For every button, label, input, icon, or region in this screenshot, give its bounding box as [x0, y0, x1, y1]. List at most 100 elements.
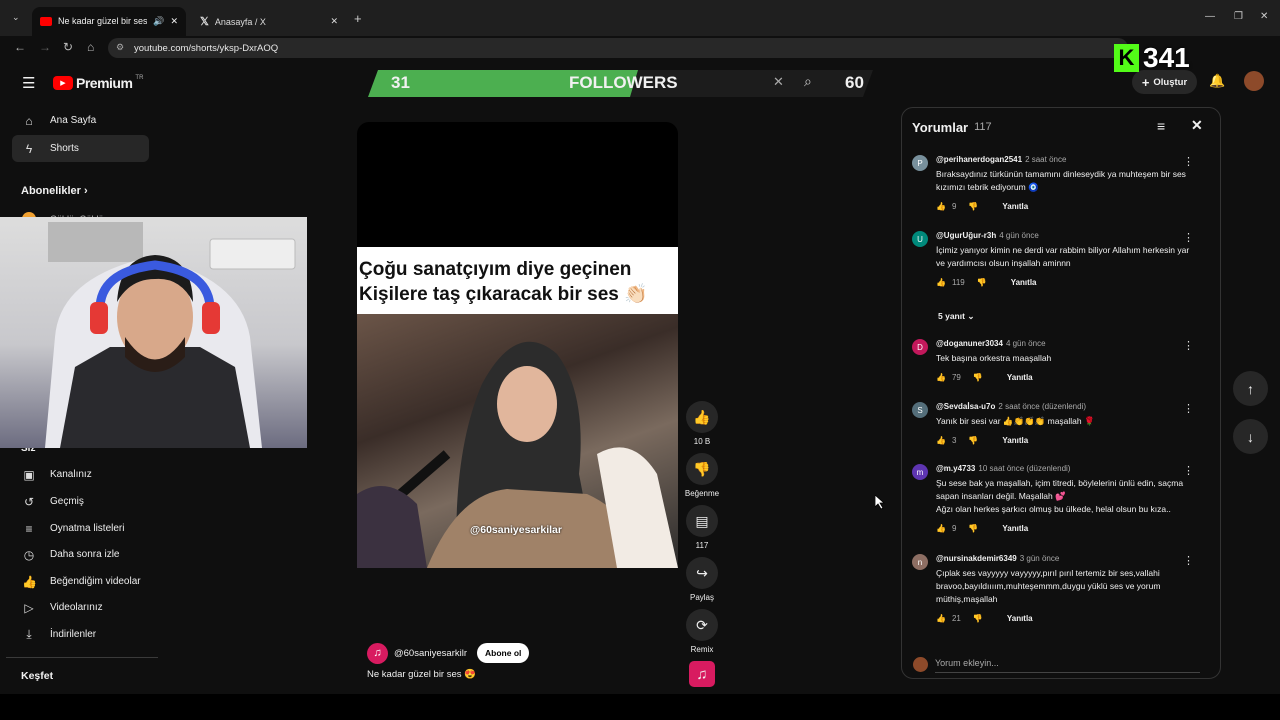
comment-avatar[interactable]: m	[912, 464, 928, 480]
subscriptions-heading[interactable]: Abonelikler ›	[21, 185, 88, 197]
more-options-icon[interactable]: ⋮	[1183, 402, 1194, 415]
add-comment-input[interactable]: Yorum ekleyin...	[935, 658, 999, 668]
comment-author[interactable]: @nursinakdemir6349	[936, 554, 1017, 563]
notifications-bell-icon[interactable]: 🔔	[1209, 73, 1225, 89]
window-close-icon[interactable]: ✕	[1260, 11, 1268, 22]
search-icon[interactable]: ⌕	[804, 73, 812, 90]
subscriptions-label: Abonelikler	[21, 185, 81, 197]
browser-tab-active[interactable]: Ne kadar güzel bir ses 😍 🔊 ✕	[32, 7, 186, 36]
thumb-up-icon[interactable]: 👍	[936, 373, 946, 382]
remix-icon[interactable]: ⟳	[686, 609, 718, 641]
like-action[interactable]: 👍 10 B	[685, 401, 719, 446]
comment-avatar[interactable]: S	[912, 402, 928, 418]
comment-author[interactable]: @Sevdaİsa-u7o	[936, 402, 995, 411]
short-title: Ne kadar güzel bir ses 😍	[367, 669, 476, 680]
channel-avatar-music-icon[interactable]: ♫	[367, 642, 388, 664]
reply-button[interactable]: Yanıtla	[1007, 614, 1033, 623]
thumb-down-icon[interactable]: 👎	[686, 453, 718, 485]
reply-button[interactable]: Yanıtla	[1002, 524, 1028, 533]
thumb-up-icon[interactable]: 👍	[936, 614, 946, 623]
sidebar-item-label: Kanalınız	[50, 469, 92, 480]
browser-tab-x[interactable]: 𝕏 Anasayfa / X ✕	[192, 7, 346, 36]
forward-icon[interactable]: →	[39, 40, 51, 54]
new-tab-icon[interactable]: +	[354, 11, 362, 26]
comment-time: 2 saat önce	[1025, 155, 1067, 164]
comment-avatar[interactable]: P	[912, 155, 928, 171]
thumb-down-icon[interactable]: 👎	[973, 373, 983, 382]
reply-button[interactable]: Yanıtla	[1002, 202, 1028, 211]
account-avatar[interactable]	[1244, 71, 1264, 91]
next-short-button[interactable]: ↓	[1233, 419, 1268, 454]
subscribe-button[interactable]: Abone ol	[477, 643, 530, 663]
thumb-up-icon[interactable]: 👍	[686, 401, 718, 433]
thumb-up-icon[interactable]: 👍	[936, 524, 946, 533]
comments-action[interactable]: ▤ 117	[685, 505, 719, 550]
thumb-down-icon[interactable]: 👎	[968, 436, 978, 445]
tab-search-icon[interactable]: ⌄	[12, 12, 20, 23]
comment-avatar[interactable]: U	[912, 231, 928, 247]
kick-follower-overlay: K 341	[1114, 42, 1190, 74]
search-clear-icon[interactable]: ✕	[773, 74, 784, 90]
input-underline	[935, 672, 1200, 673]
comment-avatar[interactable]: D	[912, 339, 928, 355]
share-icon[interactable]: ↪	[686, 557, 718, 589]
back-icon[interactable]: ←	[14, 40, 26, 54]
comment-author[interactable]: @doganuner3034	[936, 339, 1003, 348]
sidebar-item-playlists[interactable]: ≡ Oynatma listeleri	[0, 515, 150, 542]
screen-bottom	[0, 694, 1280, 720]
sidebar-item-history[interactable]: ↺ Geçmiş	[0, 488, 150, 515]
comment-author[interactable]: @perihanerdogan2541	[936, 155, 1022, 164]
previous-short-button[interactable]: ↑	[1233, 371, 1268, 406]
more-options-icon[interactable]: ⋮	[1183, 339, 1194, 352]
sidebar-item-liked[interactable]: 👍 Beğendiğim videolar	[0, 568, 150, 595]
home-icon[interactable]: ⌂	[87, 40, 94, 54]
thumb-down-icon[interactable]: 👎	[968, 202, 978, 211]
sidebar-item-downloads[interactable]: ⤓ İndirilenler	[0, 621, 150, 648]
tab-close-icon[interactable]: ✕	[170, 16, 178, 27]
kick-logo-icon: K	[1114, 44, 1139, 72]
sidebar-item-home[interactable]: ⌂ Ana Sayfa	[0, 107, 150, 134]
comment-icon[interactable]: ▤	[686, 505, 718, 537]
reload-icon[interactable]: ↻	[63, 40, 73, 54]
more-options-icon[interactable]: ⋮	[1183, 554, 1194, 567]
reply-button[interactable]: Yanıtla	[1011, 278, 1037, 287]
thumb-up-icon[interactable]: 👍	[936, 278, 946, 287]
sound-music-icon[interactable]: ♫	[689, 661, 715, 687]
thumb-down-icon[interactable]: 👎	[968, 524, 978, 533]
audio-icon[interactable]: 🔊	[153, 16, 164, 27]
dislike-action[interactable]: 👎 Beğenme	[682, 453, 722, 498]
sidebar-item-your-videos[interactable]: ▷ Videolarınız	[0, 594, 150, 621]
thumb-up-icon[interactable]: 👍	[936, 202, 946, 211]
minimize-icon[interactable]: —	[1205, 11, 1215, 22]
thumb-down-icon[interactable]: 👎	[973, 614, 983, 623]
more-options-icon[interactable]: ⋮	[1183, 464, 1194, 477]
tab-close-icon[interactable]: ✕	[330, 16, 338, 27]
remix-action[interactable]: ⟳ Remix	[685, 609, 719, 654]
comment-like-count: 21	[951, 614, 961, 623]
site-info-icon[interactable]: ⚙	[116, 42, 124, 53]
reply-button[interactable]: Yanıtla	[1007, 373, 1033, 382]
comment-time: 4 gün önce	[1005, 339, 1046, 348]
sort-icon[interactable]: ≡	[1157, 118, 1165, 134]
sidebar-item-channel[interactable]: ▣ Kanalınız	[0, 461, 150, 488]
sidebar-item-watch-later[interactable]: ◷ Daha sonra izle	[0, 541, 150, 568]
maximize-icon[interactable]: ❐	[1234, 11, 1243, 22]
reply-button[interactable]: Yanıtla	[1002, 436, 1028, 445]
sidebar-item-shorts[interactable]: ϟ Shorts	[12, 135, 149, 162]
thumb-up-icon[interactable]: 👍	[936, 436, 946, 445]
url-field[interactable]: ⚙ youtube.com/shorts/yksp-DxrAOQ	[108, 38, 1128, 58]
comment-avatar[interactable]: n	[912, 554, 928, 570]
comment-author[interactable]: @m.y4733	[936, 464, 975, 473]
home-icon: ⌂	[25, 113, 33, 128]
more-options-icon[interactable]: ⋮	[1183, 155, 1194, 168]
share-action[interactable]: ↪ Paylaş	[685, 557, 719, 602]
replies-toggle[interactable]: 5 yanıt ⌄	[938, 311, 974, 322]
sidebar-item-label: Shorts	[50, 143, 79, 154]
comment-actions: 👍 3 👎 Yanıtla	[936, 436, 1028, 445]
thumb-down-icon[interactable]: 👎	[977, 278, 987, 287]
channel-name[interactable]: @60saniyesarkilr	[394, 648, 467, 659]
close-icon[interactable]: ✕	[1191, 117, 1203, 134]
comment-author[interactable]: @UgurUğur-r3h	[936, 231, 996, 240]
chevron-down-icon: ⌄	[967, 311, 975, 321]
more-options-icon[interactable]: ⋮	[1183, 231, 1194, 244]
